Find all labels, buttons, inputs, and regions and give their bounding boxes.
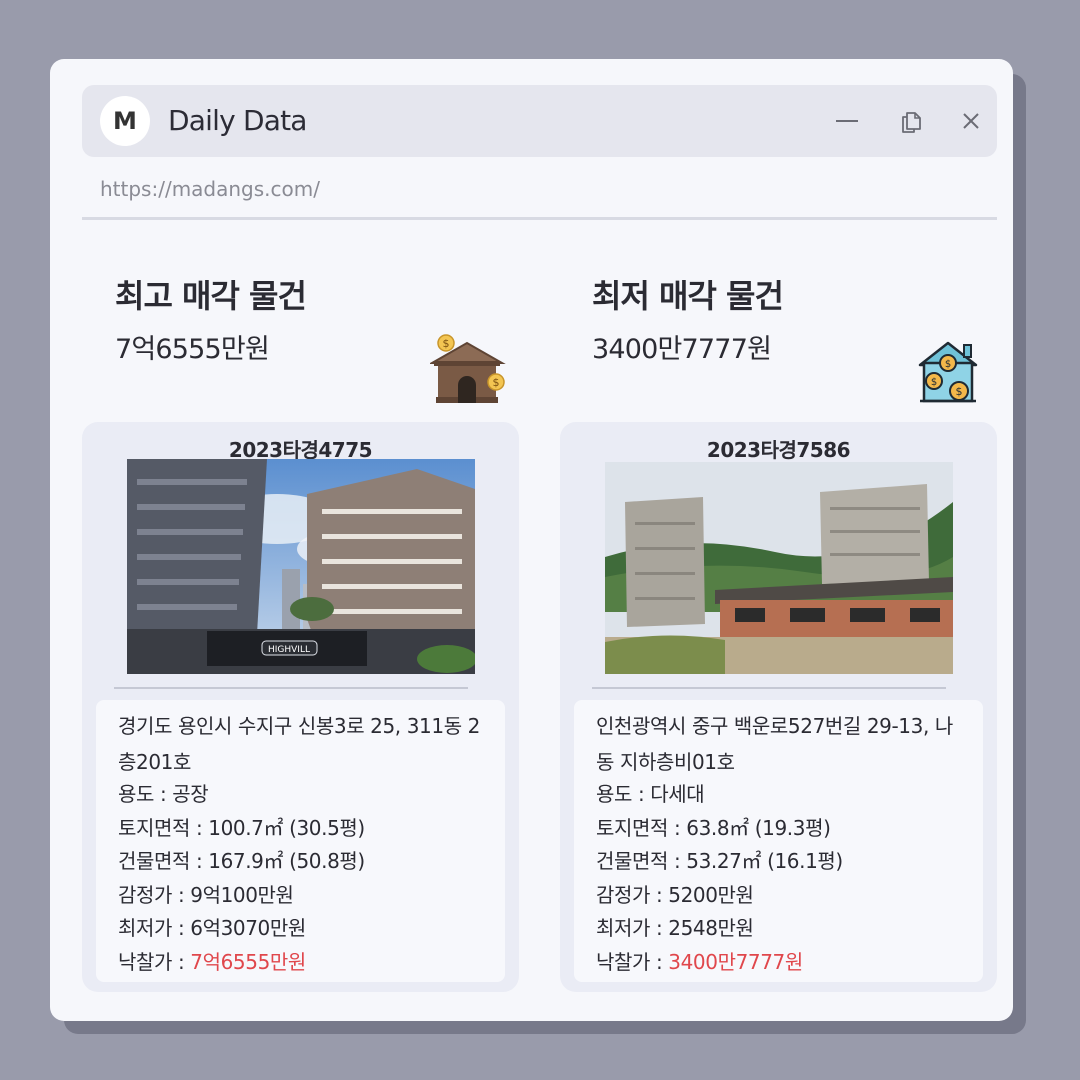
app-logo: M xyxy=(100,96,150,146)
lowest-heading: 최저 매각 물건 xyxy=(592,277,784,315)
address-bar-url[interactable]: https://madangs.com/ xyxy=(100,177,320,201)
card-divider xyxy=(592,687,946,689)
close-icon xyxy=(963,113,979,129)
minimize-icon xyxy=(836,120,858,122)
card-divider xyxy=(114,687,468,689)
winning-bid-label: 낙찰가 : xyxy=(596,949,669,974)
winning-bid-label: 낙찰가 : xyxy=(118,949,191,974)
low-rise-buildings-photo xyxy=(605,462,953,674)
svg-text:$: $ xyxy=(931,377,937,388)
building-area: 건물면적 : 53.27㎡ (16.1평) xyxy=(596,849,843,873)
svg-text:$: $ xyxy=(443,337,450,350)
highest-price: 7억6555만원 xyxy=(115,334,270,365)
svg-text:$: $ xyxy=(493,376,500,389)
minimize-button[interactable] xyxy=(832,106,862,136)
appraisal-price: 감정가 : 5200만원 xyxy=(596,882,754,907)
winning-bid-value: 7억6555만원 xyxy=(190,949,306,974)
highest-property-card[interactable]: 2023타경4775 HIGHVILL 경기도 용인시 수지구 신봉3로 25,… xyxy=(82,422,519,992)
winning-bid: 낙찰가 : 3400만7777원 xyxy=(596,946,961,980)
land-area: 토지면적 : 63.8㎡ (19.3평) xyxy=(596,815,831,840)
lowest-property-card[interactable]: 2023타경7586 인천광역시 중구 백운로527번길 29-13, 나동 지… xyxy=(560,422,997,992)
app-title: Daily Data xyxy=(168,104,307,137)
land-area: 토지면적 : 100.7㎡ (30.5평) xyxy=(118,815,365,840)
highest-heading: 최고 매각 물건 xyxy=(115,277,307,315)
browser-window: M Daily Data https://madangs.com/ 최고 매각 … xyxy=(50,59,1013,1021)
title-bar: M Daily Data xyxy=(82,85,997,157)
svg-text:HIGHVILL: HIGHVILL xyxy=(268,645,310,655)
winning-bid: 낙찰가 : 7억6555만원 xyxy=(118,946,483,980)
house-coins-icon: $ $ $ xyxy=(916,339,980,409)
property-details: 인천광역시 중구 백운로527번길 29-13, 나동 지하층비01호 용도 :… xyxy=(574,700,983,982)
minimum-price: 최저가 : 2548만원 xyxy=(596,916,754,940)
case-number: 2023타경7586 xyxy=(706,438,851,462)
copy-button[interactable] xyxy=(896,106,926,136)
minimum-price: 최저가 : 6억3070만원 xyxy=(118,916,306,940)
winning-bid-value: 3400만7777원 xyxy=(668,949,803,974)
svg-text:$: $ xyxy=(956,385,963,398)
property-address: 인천광역시 중구 백운로527번길 29-13, 나동 지하층비01호 xyxy=(596,714,953,774)
lowest-price: 3400만7777원 xyxy=(592,334,772,365)
property-details: 경기도 용인시 수지구 신봉3로 25, 311동 2층201호 용도 : 공장… xyxy=(96,700,505,982)
copy-icon xyxy=(902,112,921,133)
property-usage: 용도 : 다세대 xyxy=(596,782,705,806)
property-usage: 용도 : 공장 xyxy=(118,782,209,806)
apartment-towers-photo: HIGHVILL xyxy=(127,459,475,674)
house-money-icon: $ $ xyxy=(428,331,510,411)
appraisal-price: 감정가 : 9억100만원 xyxy=(118,882,294,907)
header-divider xyxy=(82,217,997,220)
building-area: 건물면적 : 167.9㎡ (50.8평) xyxy=(118,849,365,873)
close-button[interactable] xyxy=(956,106,986,136)
svg-text:$: $ xyxy=(945,359,951,370)
property-address: 경기도 용인시 수지구 신봉3로 25, 311동 2층201호 xyxy=(118,714,480,774)
